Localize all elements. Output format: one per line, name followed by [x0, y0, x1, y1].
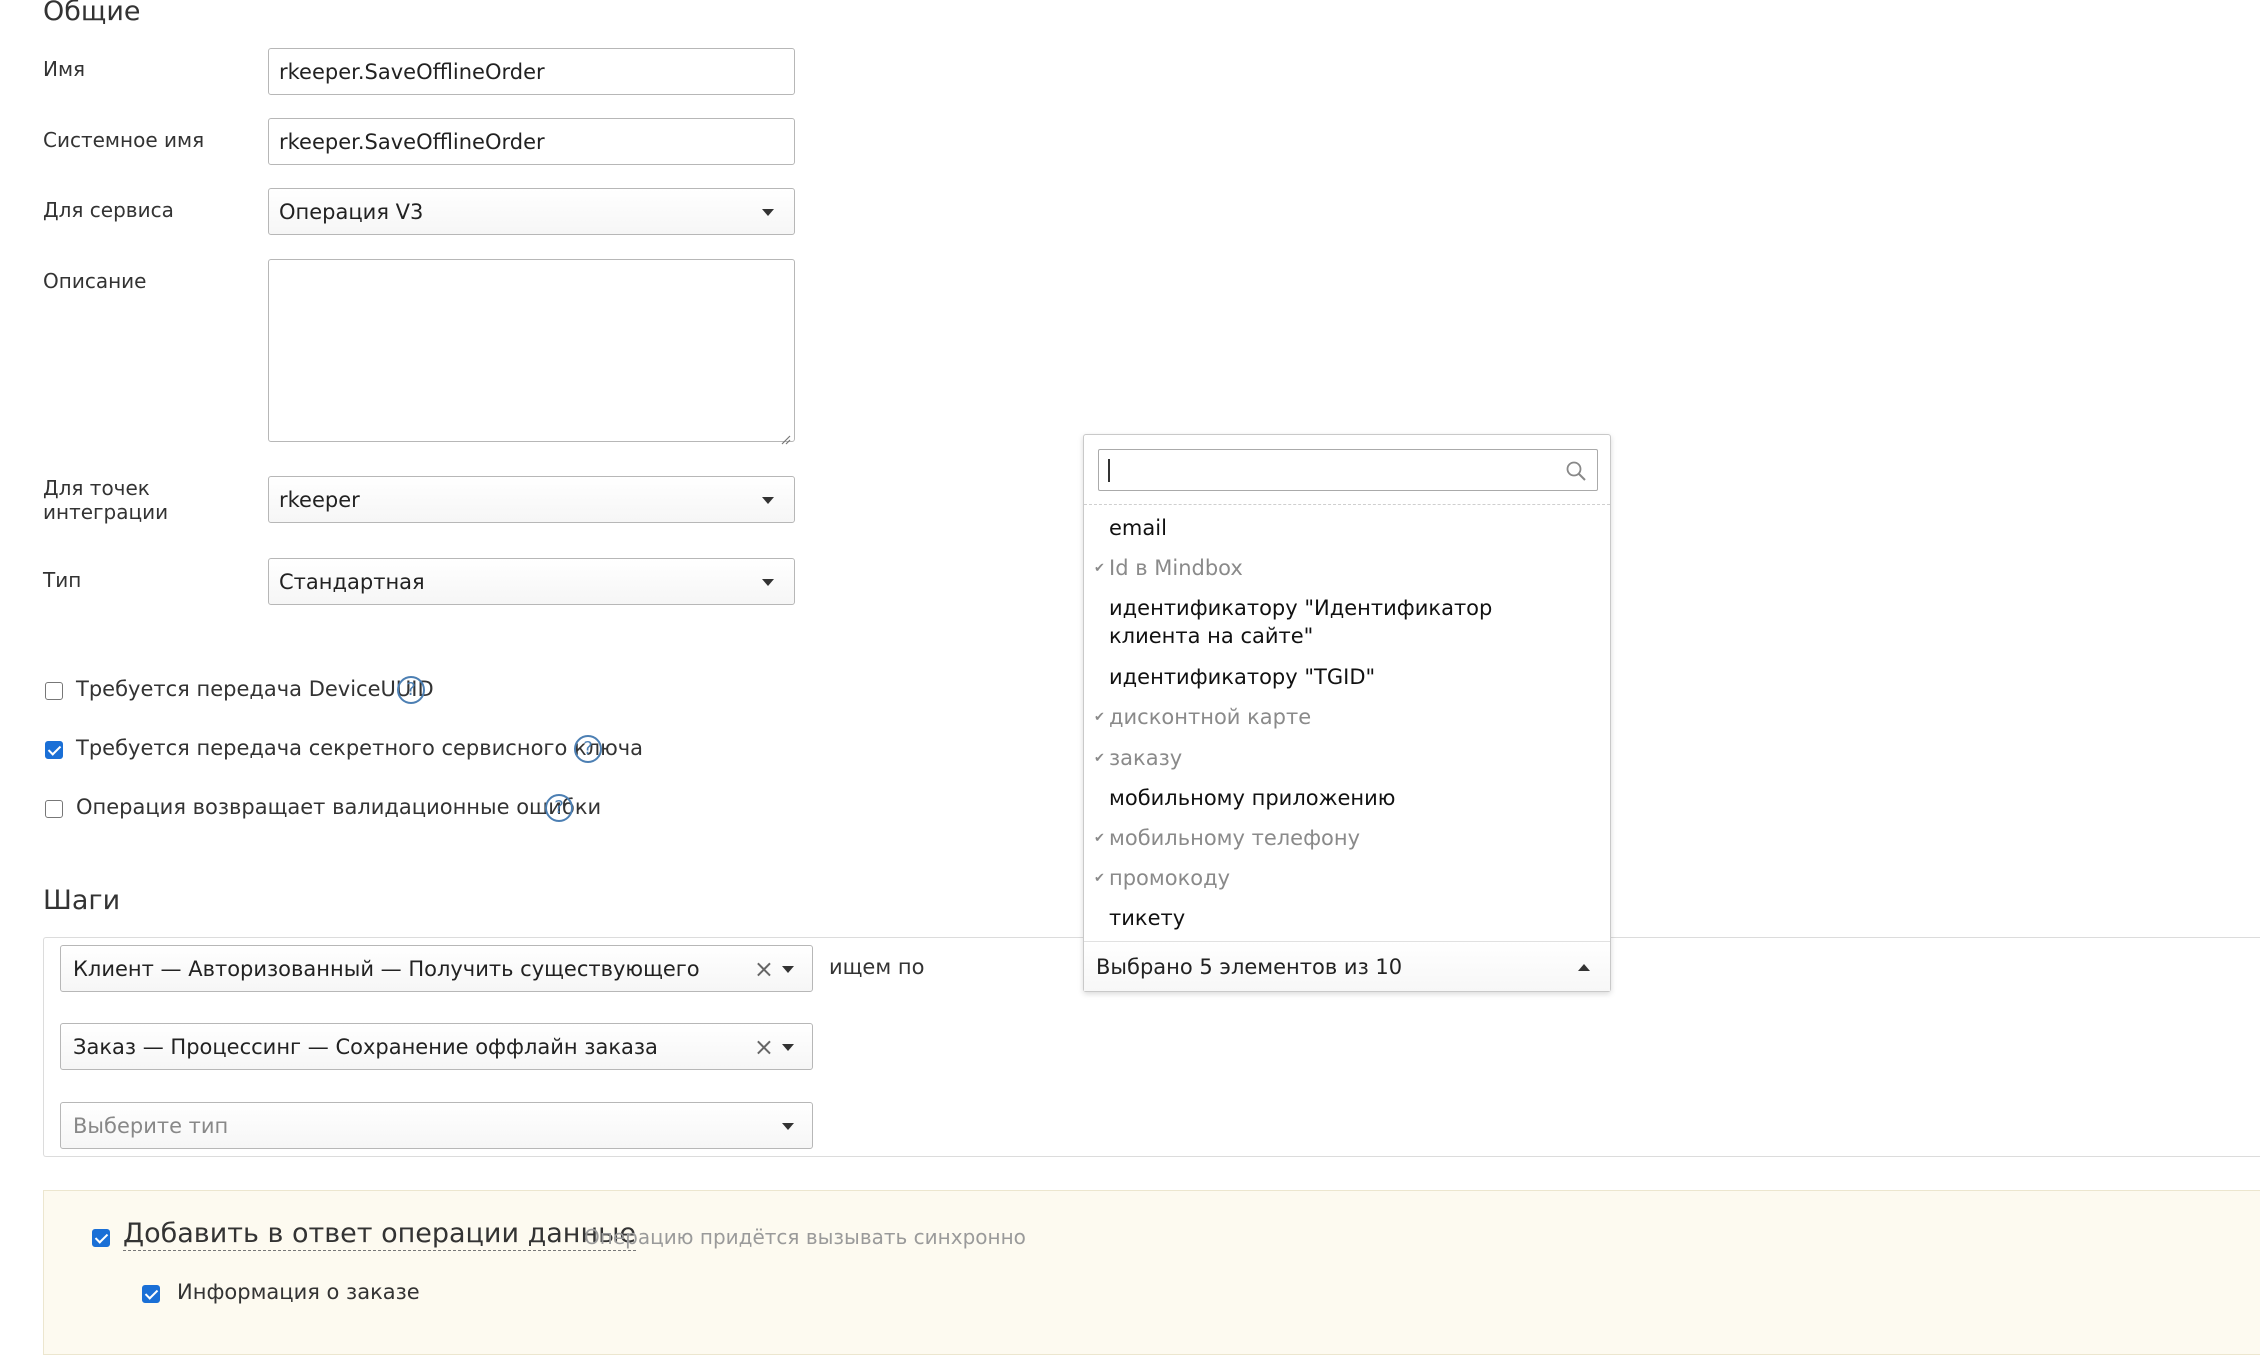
order-info-checkbox[interactable]	[142, 1285, 160, 1303]
type-label: Тип	[43, 568, 82, 592]
resize-handle-icon[interactable]	[779, 426, 791, 445]
add-response-data-label[interactable]: Добавить в ответ операции данные	[123, 1218, 637, 1251]
chevron-up-icon	[1578, 963, 1590, 971]
validation-errors-label: Операция возвращает валидационные ошибки	[76, 795, 602, 819]
dropdown-separator	[1084, 504, 1610, 505]
chevron-down-icon	[762, 496, 774, 504]
dropdown-option-promocode[interactable]: ✔ промокоду	[1094, 864, 1579, 892]
help-icon[interactable]: ?	[545, 794, 573, 822]
dropdown-option-ticket[interactable]: тикету	[1109, 904, 1579, 932]
checkmark-icon: ✔	[1094, 561, 1105, 576]
dropdown-option-order[interactable]: ✔ заказу	[1094, 744, 1579, 772]
section-title-steps: Шаги	[43, 885, 121, 916]
search-icon	[1565, 460, 1587, 486]
help-icon[interactable]: ?	[397, 676, 425, 704]
checkmark-icon: ✔	[1094, 710, 1105, 725]
response-data-panel	[43, 1190, 2260, 1355]
deviceuuid-checkbox[interactable]	[45, 682, 63, 700]
chevron-down-icon	[762, 208, 774, 216]
sync-note: Операцию придётся вызывать синхронно	[584, 1225, 1026, 1249]
integration-label: Для точек интеграции	[43, 476, 169, 524]
secret-key-label: Требуется передача секретного сервисного…	[76, 736, 644, 760]
service-select[interactable]: Операция V3	[268, 188, 795, 235]
text-cursor	[1108, 459, 1110, 482]
clear-icon[interactable]: ×	[754, 955, 774, 983]
step-select-1[interactable]: Клиент — Авторизованный — Получить сущес…	[60, 945, 813, 992]
description-label: Описание	[43, 269, 147, 293]
dropdown-option-mobile-app[interactable]: мобильному приложению	[1109, 784, 1579, 812]
system-name-label: Системное имя	[43, 128, 205, 152]
dropdown-option-mobile-phone[interactable]: ✔ мобильному телефону	[1094, 824, 1579, 852]
order-info-label: Информация о заказе	[177, 1280, 420, 1304]
type-select[interactable]: Стандартная	[268, 558, 795, 605]
checkmark-icon: ✔	[1094, 871, 1105, 886]
dropdown-option-site-id[interactable]: идентификатору "Идентификатор клиента на…	[1109, 594, 1579, 650]
dropdown-search-input[interactable]	[1098, 449, 1598, 491]
secret-key-checkbox[interactable]	[45, 741, 63, 759]
chevron-down-icon	[782, 1043, 794, 1051]
search-by-dropdown[interactable]: email ✔ Id в Mindbox идентификатору "Иде…	[1083, 434, 1611, 992]
step-select-3-placeholder: Выберите тип	[73, 1113, 229, 1138]
section-title-general: Общие	[43, 0, 141, 27]
service-label: Для сервиса	[43, 198, 174, 222]
chevron-down-icon	[782, 1122, 794, 1130]
description-textarea[interactable]	[268, 259, 795, 445]
step-select-2-value: Заказ — Процессинг — Сохранение оффлайн …	[73, 1034, 658, 1059]
step-select-2[interactable]: Заказ — Процессинг — Сохранение оффлайн …	[60, 1023, 813, 1070]
system-name-input-value: rkeeper.SaveOfflineOrder	[279, 129, 545, 154]
dropdown-option-tgid[interactable]: идентификатору "TGID"	[1109, 663, 1579, 691]
help-icon[interactable]: ?	[574, 735, 602, 763]
type-select-value: Стандартная	[279, 569, 425, 594]
add-response-data-checkbox[interactable]	[92, 1229, 110, 1247]
integration-select[interactable]: rkeeper	[268, 476, 795, 523]
search-by-label: ищем по	[829, 955, 925, 979]
chevron-down-icon	[782, 965, 794, 973]
clear-icon[interactable]: ×	[754, 1033, 774, 1061]
checkmark-icon: ✔	[1094, 831, 1105, 846]
dropdown-option-discount-card[interactable]: ✔ дисконтной карте	[1094, 703, 1579, 731]
system-name-input[interactable]: rkeeper.SaveOfflineOrder	[268, 118, 795, 165]
dropdown-option-mindbox-id[interactable]: ✔ Id в Mindbox	[1094, 554, 1579, 582]
name-label: Имя	[43, 57, 86, 81]
step-select-1-value: Клиент — Авторизованный — Получить сущес…	[73, 956, 700, 981]
dropdown-option-email[interactable]: email	[1109, 514, 1579, 542]
checkmark-icon: ✔	[1094, 751, 1105, 766]
chevron-down-icon	[762, 578, 774, 586]
deviceuuid-label: Требуется передача DeviceUUID	[76, 677, 434, 701]
service-select-value: Операция V3	[279, 199, 424, 224]
name-input[interactable]: rkeeper.SaveOfflineOrder	[268, 48, 795, 95]
validation-errors-checkbox[interactable]	[45, 800, 63, 818]
name-input-value: rkeeper.SaveOfflineOrder	[279, 59, 545, 84]
step-select-3[interactable]: Выберите тип	[60, 1102, 813, 1149]
dropdown-selection-summary[interactable]: Выбрано 5 элементов из 10	[1084, 941, 1610, 991]
integration-select-value: rkeeper	[279, 487, 360, 512]
